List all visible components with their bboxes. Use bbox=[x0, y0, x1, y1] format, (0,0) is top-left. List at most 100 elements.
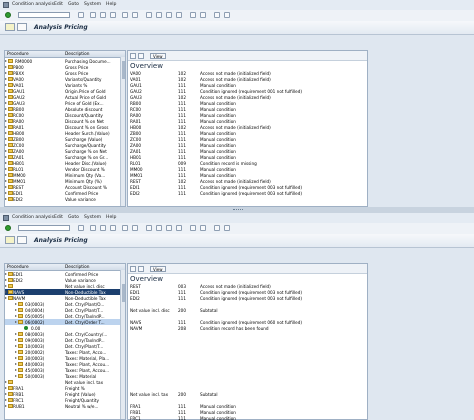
splitter[interactable] bbox=[125, 50, 126, 207]
expand-node-icon[interactable] bbox=[15, 332, 17, 335]
menu-system[interactable]: System bbox=[84, 215, 101, 220]
back-icon[interactable] bbox=[90, 225, 96, 231]
layout-icon[interactable] bbox=[224, 225, 230, 231]
expand-node-icon[interactable] bbox=[15, 362, 17, 365]
expand-node-icon[interactable] bbox=[5, 131, 7, 134]
expand-node-icon[interactable] bbox=[5, 278, 7, 281]
expand-node-icon[interactable] bbox=[15, 320, 17, 323]
exit-icon[interactable] bbox=[100, 12, 106, 18]
first-page-icon[interactable] bbox=[146, 12, 152, 18]
cancel-icon[interactable] bbox=[110, 225, 116, 231]
menu-system[interactable]: System bbox=[84, 2, 101, 7]
expand-node-icon[interactable] bbox=[5, 290, 7, 293]
expand-node-icon[interactable] bbox=[15, 302, 17, 305]
expand-node-icon[interactable] bbox=[5, 89, 7, 92]
expand-node-icon[interactable] bbox=[5, 272, 7, 275]
expand-icon[interactable] bbox=[130, 52, 136, 59]
execute-icon[interactable] bbox=[5, 236, 15, 244]
expand-node-icon[interactable] bbox=[5, 149, 7, 152]
expand-node-icon[interactable] bbox=[5, 125, 7, 128]
menu-help[interactable]: Help bbox=[106, 2, 116, 7]
view-button[interactable]: View bbox=[150, 52, 166, 59]
menu-goto[interactable]: Goto bbox=[68, 215, 79, 220]
expand-node-icon[interactable] bbox=[5, 137, 7, 140]
expand-node-icon[interactable] bbox=[5, 179, 7, 182]
execute-icon[interactable] bbox=[5, 23, 15, 31]
expand-node-icon[interactable] bbox=[5, 59, 7, 62]
col-description[interactable]: Description bbox=[65, 52, 89, 57]
expand-node-icon[interactable] bbox=[5, 398, 7, 401]
menu-help[interactable]: Help bbox=[106, 215, 116, 220]
back-icon[interactable] bbox=[90, 12, 96, 18]
view-button[interactable]: View bbox=[150, 265, 166, 272]
next-page-icon[interactable] bbox=[166, 12, 172, 18]
help-icon[interactable] bbox=[214, 225, 220, 231]
expand-node-icon[interactable] bbox=[15, 344, 17, 347]
tree-row[interactable]: RUB1 Neutral % w/e... bbox=[5, 403, 125, 409]
expand-icon[interactable] bbox=[130, 265, 136, 272]
menu-condition-analysis[interactable]: Condition analysis bbox=[12, 215, 54, 220]
expand-node-icon[interactable] bbox=[5, 119, 7, 122]
expand-node-icon[interactable] bbox=[5, 167, 7, 170]
cancel-icon[interactable] bbox=[110, 12, 116, 18]
enter-icon[interactable] bbox=[5, 12, 11, 18]
expand-node-icon[interactable] bbox=[5, 65, 7, 68]
menu-goto[interactable]: Goto bbox=[68, 2, 79, 7]
shortcut-icon[interactable] bbox=[200, 225, 206, 231]
command-field[interactable] bbox=[18, 12, 70, 18]
expand-node-icon[interactable] bbox=[5, 101, 7, 104]
expand-node-icon[interactable] bbox=[5, 191, 7, 194]
exit-icon[interactable] bbox=[100, 225, 106, 231]
expand-node-icon[interactable] bbox=[15, 350, 17, 353]
document-icon[interactable] bbox=[17, 23, 27, 31]
layout-icon[interactable] bbox=[224, 12, 230, 18]
prev-page-icon[interactable] bbox=[156, 225, 162, 231]
col-description[interactable]: Description bbox=[65, 265, 89, 270]
save-icon[interactable] bbox=[78, 12, 84, 18]
expand-node-icon[interactable] bbox=[5, 83, 7, 86]
expand-node-icon[interactable] bbox=[5, 173, 7, 176]
col-procedure[interactable]: Procedure bbox=[7, 265, 29, 270]
expand-node-icon[interactable] bbox=[15, 374, 17, 377]
next-page-icon[interactable] bbox=[166, 225, 172, 231]
expand-node-icon[interactable] bbox=[5, 296, 7, 299]
tree-row[interactable]: EDI2 Value variance bbox=[5, 196, 125, 202]
print-icon[interactable] bbox=[122, 225, 128, 231]
document-icon[interactable] bbox=[17, 236, 27, 244]
shortcut-icon[interactable] bbox=[200, 12, 206, 18]
expand-node-icon[interactable] bbox=[5, 392, 7, 395]
expand-node-icon[interactable] bbox=[5, 77, 7, 80]
expand-node-icon[interactable] bbox=[5, 380, 7, 383]
system-menu-icon[interactable] bbox=[3, 215, 9, 221]
info-icon[interactable] bbox=[138, 265, 144, 272]
menu-condition-analysis[interactable]: Condition analysis bbox=[12, 2, 54, 7]
col-procedure[interactable]: Procedure bbox=[7, 52, 29, 57]
expand-node-icon[interactable] bbox=[5, 386, 7, 389]
expand-node-icon[interactable] bbox=[15, 368, 17, 371]
command-field[interactable] bbox=[18, 225, 70, 231]
menu-edit[interactable]: Edit bbox=[54, 215, 63, 220]
info-icon[interactable] bbox=[138, 52, 144, 59]
splitter[interactable] bbox=[125, 263, 126, 420]
last-page-icon[interactable] bbox=[176, 12, 182, 18]
last-page-icon[interactable] bbox=[176, 225, 182, 231]
expand-node-icon[interactable] bbox=[5, 185, 7, 188]
enter-icon[interactable] bbox=[5, 225, 11, 231]
expand-node-icon[interactable] bbox=[5, 197, 7, 200]
first-page-icon[interactable] bbox=[146, 225, 152, 231]
print-icon[interactable] bbox=[122, 12, 128, 18]
find-icon[interactable] bbox=[132, 225, 138, 231]
find-icon[interactable] bbox=[132, 12, 138, 18]
expand-node-icon[interactable] bbox=[5, 155, 7, 158]
system-menu-icon[interactable] bbox=[3, 2, 9, 8]
expand-node-icon[interactable] bbox=[15, 356, 17, 359]
expand-node-icon[interactable] bbox=[5, 284, 7, 287]
new-session-icon[interactable] bbox=[190, 225, 196, 231]
expand-node-icon[interactable] bbox=[15, 308, 17, 311]
expand-node-icon[interactable] bbox=[5, 113, 7, 116]
menu-edit[interactable]: Edit bbox=[54, 2, 63, 7]
prev-page-icon[interactable] bbox=[156, 12, 162, 18]
save-icon[interactable] bbox=[78, 225, 84, 231]
expand-node-icon[interactable] bbox=[5, 161, 7, 164]
new-session-icon[interactable] bbox=[190, 12, 196, 18]
